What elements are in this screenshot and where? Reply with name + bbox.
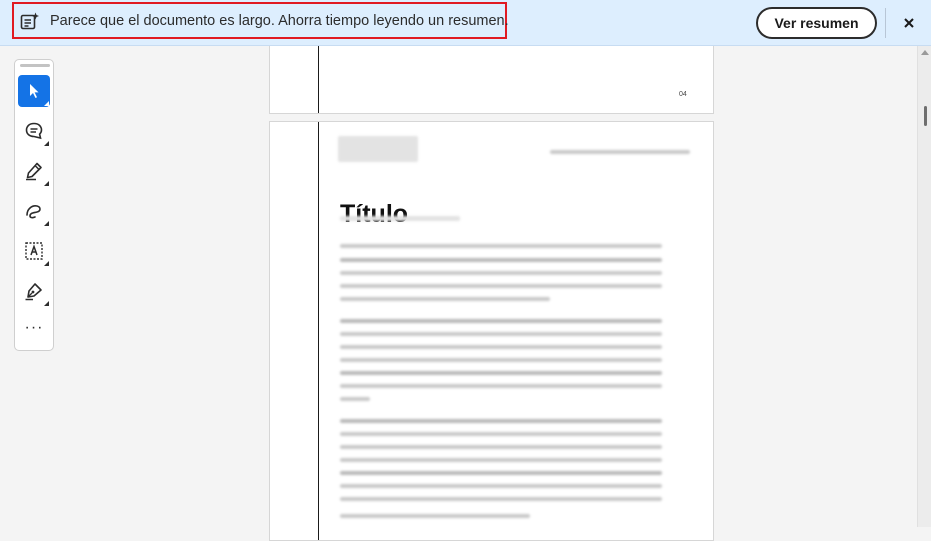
blurred-subtitle [340,216,460,221]
fountain-pen-icon [25,283,42,301]
annotation-toolbar: ··· [14,59,54,351]
blurred-text-line [340,471,662,475]
blurred-text-line [340,397,370,401]
text-box-icon [25,242,43,260]
blurred-text-line [340,484,662,488]
view-summary-button[interactable]: Ver resumen [756,7,877,39]
vertical-scrollbar[interactable] [917,46,931,527]
close-banner-button[interactable] [897,11,921,35]
freehand-loop-icon [26,205,41,219]
draw-tool-button[interactable] [18,195,50,227]
text-select-tool-button[interactable] [18,235,50,267]
document-page-current: Título [269,121,714,541]
blurred-text-line [340,371,662,375]
scroll-up-arrow-icon[interactable] [921,50,929,55]
comment-tool-button[interactable] [18,115,50,147]
blurred-header-text [550,150,690,154]
blurred-text-line [340,284,662,288]
blurred-text-line [340,258,662,262]
more-dots-icon: ··· [24,319,44,336]
banner-message-highlight: Parece que el documento es largo. Ahorra… [12,2,509,39]
blurred-text-line [340,345,662,349]
page-number: 04 [679,91,687,98]
blurred-text-line [340,514,530,518]
summary-banner: Parece que el documento es largo. Ahorra… [0,0,931,46]
page-margin-line [318,122,319,540]
highlight-tool-button[interactable] [18,155,50,187]
blurred-text-line [340,458,662,462]
document-title: Título [340,199,409,228]
banner-divider [885,8,886,38]
blurred-text-line [340,497,662,501]
more-tools-button[interactable]: ··· [18,315,50,347]
highlighter-pen-icon [26,162,42,181]
select-tool-button[interactable] [18,75,50,107]
toolbar-drag-handle[interactable] [20,64,50,67]
banner-text: Parece que el documento es largo. Ahorra… [50,12,509,29]
blurred-text-line [340,332,662,336]
comment-bubble-icon [25,122,43,140]
blurred-text-line [340,419,662,423]
blurred-text-line [340,384,662,388]
scrollbar-thumb[interactable] [924,106,927,126]
sign-tool-button[interactable] [18,275,50,307]
blurred-text-line [340,319,662,323]
blurred-text-line [340,244,662,248]
ai-summary-icon [20,12,39,29]
cursor-arrow-icon [30,84,39,98]
blurred-text-line [340,358,662,362]
blurred-text-line [340,432,662,436]
blurred-text-line [340,445,662,449]
blurred-text-line [340,297,550,301]
document-page-previous: 04 [269,46,714,114]
blurred-text-line [340,271,662,275]
blurred-header-logo [338,136,418,162]
close-icon [904,18,914,28]
page-margin-line [318,46,319,113]
